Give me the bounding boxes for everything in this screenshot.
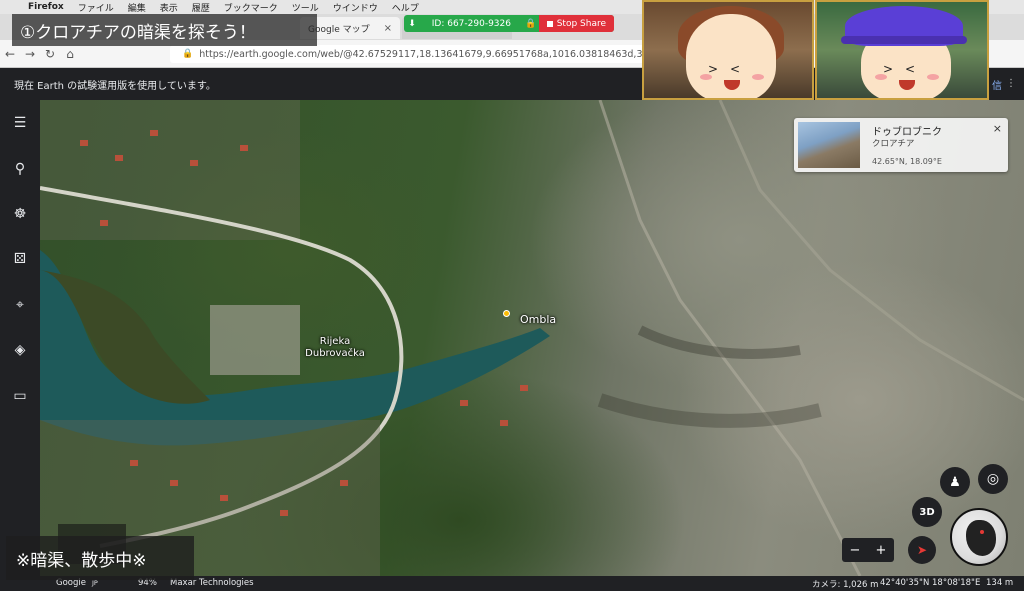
globe-icon[interactable] [950, 508, 1008, 566]
more-icon[interactable]: ⋮ [1006, 78, 1016, 89]
menu-icon[interactable]: ☰ [0, 106, 40, 140]
map-label-rijeka: Rijeka [319, 336, 351, 347]
search-icon[interactable]: ⚲ [0, 152, 40, 186]
my-location-icon[interactable]: ◎ [978, 464, 1008, 494]
lock-icon: 🔒 [525, 18, 537, 29]
dice-icon[interactable]: ⚄ [0, 242, 40, 276]
meeting-id: ID: 667-290-9326 [431, 18, 511, 29]
ruler-icon[interactable]: ▭ [0, 379, 40, 413]
stop-icon [546, 20, 553, 27]
video-bottom-caption: ※暗渠、散歩中※ [6, 536, 194, 580]
menu-app-name[interactable]: Firefox [28, 2, 64, 12]
zoom-out-button[interactable]: − [850, 543, 861, 558]
forward-icon[interactable]: → [20, 47, 40, 61]
menu-history[interactable]: 履歴 [192, 1, 210, 14]
menu-view[interactable]: 表示 [160, 1, 178, 14]
url-text: https://earth.google.com/web/@42.6752911… [199, 48, 658, 60]
avatar-eyes-icon: >< [708, 62, 753, 76]
tab-label: Google マップ [308, 24, 370, 35]
notice-text: 現在 Earth の試験運用版を使用しています。 [14, 80, 216, 92]
stop-share-label: Stop Share [556, 18, 606, 29]
zoom-share-bar: ⬇ ID: 667-290-9326 🔒 Stop Share [404, 15, 614, 32]
menu-help[interactable]: ヘルプ [392, 1, 419, 14]
voyager-icon[interactable]: ☸ [0, 197, 40, 231]
earth-side-rail: ☰ ⚲ ☸ ⚄ ⌖ ◈ ▭ [0, 100, 40, 576]
stop-share-button[interactable]: Stop Share [538, 15, 614, 32]
globe-land [966, 520, 996, 556]
place-coords: 42.65°N, 18.09°E [872, 157, 942, 166]
zoom-in-button[interactable]: + [876, 543, 887, 558]
ground-elevation: 134 m [986, 578, 1014, 588]
google-logo-jp: JP [92, 579, 98, 587]
menu-file[interactable]: ファイル [78, 1, 114, 14]
place-thumbnail[interactable] [798, 122, 860, 168]
camera-altitude: カメラ: 1,026 m [812, 580, 879, 590]
close-icon[interactable]: × [993, 122, 1002, 135]
place-info-card[interactable]: ドゥブロブニク クロアチア 42.65°N, 18.09°E × [794, 118, 1008, 172]
projects-pin-icon[interactable]: ⌖ [0, 288, 40, 322]
avatar-blush [927, 74, 939, 80]
share-icon: ⬇ [408, 18, 416, 29]
cursor-latlon: 42°40'35"N 18°08'18"E [880, 578, 981, 588]
avatar-blush [752, 74, 764, 80]
notice-link[interactable]: 信 [984, 68, 1024, 100]
avatar-hat-band [841, 36, 967, 44]
lock-icon: 🔒 [182, 49, 194, 59]
video-title-caption: ①クロアチアの暗渠を探そう！ [12, 14, 317, 46]
back-icon[interactable]: ← [0, 47, 20, 61]
place-title: ドゥブロブニク [872, 127, 942, 138]
reload-icon[interactable]: ↻ [40, 47, 60, 61]
layers-icon[interactable]: ◈ [0, 333, 40, 367]
menu-bookmarks[interactable]: ブックマーク [224, 1, 278, 14]
map-label-rijeka-dubrovacka: Rijeka Dubrovačka [295, 336, 375, 360]
map-label-ombla: Ombla [520, 313, 557, 326]
avatar-brown-hair: >< [642, 0, 814, 100]
pegman-icon[interactable]: ♟ [940, 467, 970, 497]
avatar-blue-hat: >< [815, 0, 989, 100]
home-icon[interactable]: ⌂ [60, 47, 80, 61]
placemark-pin[interactable] [503, 310, 510, 317]
close-tab-icon[interactable]: × [384, 23, 392, 34]
map-label-dubrovacka: Dubrovačka [305, 348, 365, 359]
place-country: クロアチア [872, 139, 915, 149]
globe-location-dot [980, 530, 984, 534]
zoom-control: − + [842, 538, 894, 562]
menu-tools[interactable]: ツール [292, 1, 319, 14]
menu-edit[interactable]: 編集 [128, 1, 146, 14]
menu-window[interactable]: ウインドウ [333, 1, 378, 14]
avatar-eyes-icon: >< [883, 62, 928, 76]
three-d-button[interactable]: 3D [912, 497, 942, 527]
compass-icon[interactable]: ➤ [908, 536, 936, 564]
screen: Firefox ファイル 編集 表示 履歴 ブックマーク ツール ウインドウ ヘ… [0, 0, 1024, 591]
